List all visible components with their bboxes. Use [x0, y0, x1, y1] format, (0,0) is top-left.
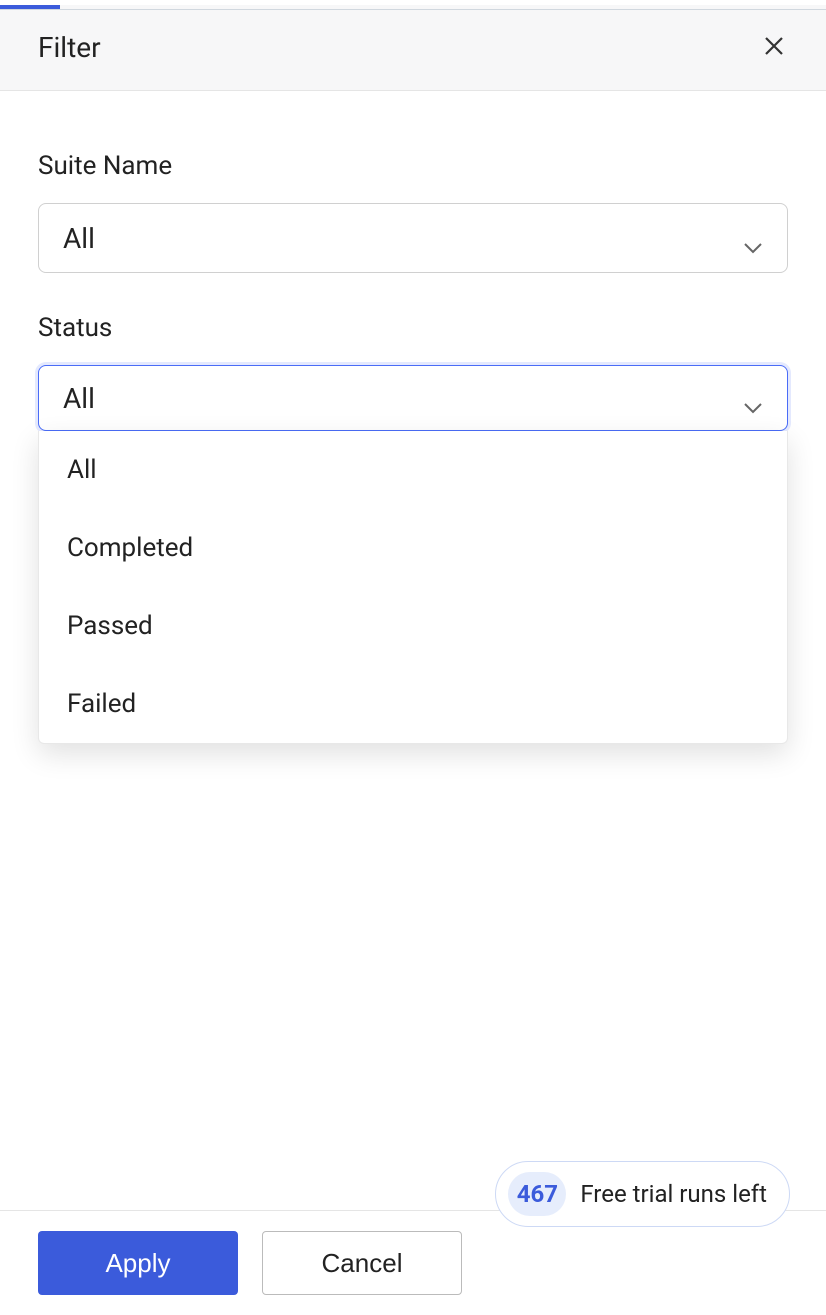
status-field: Status All All Completed Passed Failed	[38, 313, 788, 431]
chevron-down-icon	[743, 228, 763, 248]
trial-count: 467	[508, 1172, 566, 1216]
suite-name-select-wrapper: All	[38, 203, 788, 273]
status-option-failed[interactable]: Failed	[39, 665, 787, 743]
status-label: Status	[38, 313, 788, 343]
status-select-wrapper: All All Completed Passed Failed	[38, 365, 788, 431]
close-button[interactable]	[760, 34, 788, 62]
apply-button[interactable]: Apply	[38, 1231, 238, 1295]
status-option-all[interactable]: All	[39, 431, 787, 509]
cancel-button[interactable]: Cancel	[262, 1231, 462, 1295]
suite-name-selected-value: All	[63, 222, 95, 255]
filter-content: Suite Name All Status All All Completed …	[0, 91, 826, 431]
chevron-down-icon	[743, 388, 763, 408]
status-selected-value: All	[63, 382, 95, 415]
suite-name-label: Suite Name	[38, 151, 788, 181]
status-option-passed[interactable]: Passed	[39, 587, 787, 665]
filter-title: Filter	[38, 31, 101, 64]
status-select[interactable]: All	[38, 365, 788, 431]
status-dropdown: All Completed Passed Failed	[38, 431, 788, 744]
close-icon	[762, 34, 786, 61]
status-option-completed[interactable]: Completed	[39, 509, 787, 587]
trial-badge[interactable]: 467 Free trial runs left	[495, 1161, 790, 1227]
filter-header: Filter	[0, 5, 826, 91]
top-border	[0, 9, 826, 10]
suite-name-field: Suite Name All	[38, 151, 788, 273]
suite-name-select[interactable]: All	[38, 203, 788, 273]
trial-text: Free trial runs left	[580, 1180, 767, 1208]
